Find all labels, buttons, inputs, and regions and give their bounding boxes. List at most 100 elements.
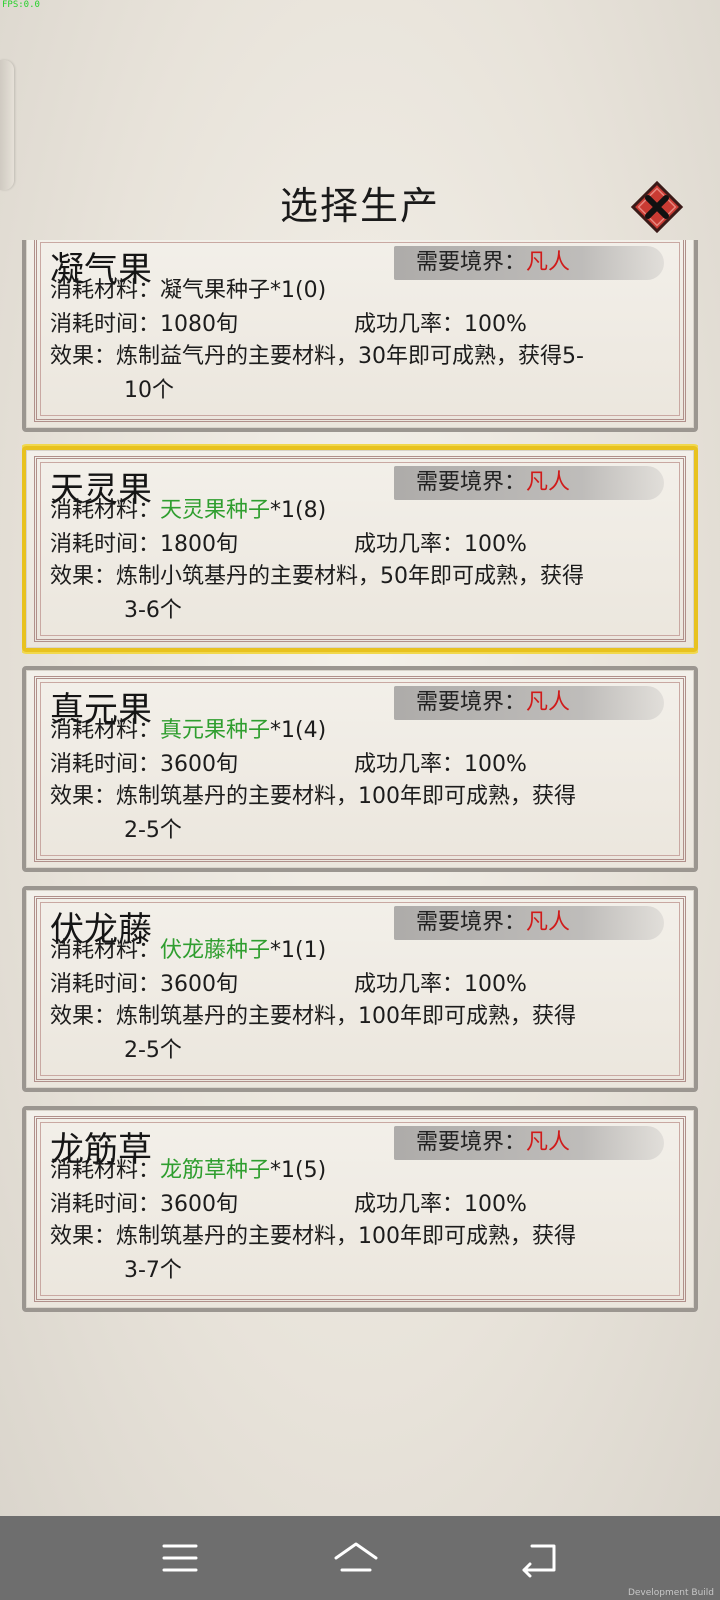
realm-value: 凡人 (526, 470, 571, 495)
material-count: *1(4) (270, 718, 327, 743)
material-count: *1(1) (270, 938, 327, 963)
effect-label: 效果： (50, 784, 117, 809)
effect-text-continued: 3-7个 (124, 1258, 182, 1283)
rate-row: 成功几率：100% (354, 306, 527, 338)
time-row: 消耗时间：3600旬 (50, 746, 238, 778)
rate-value: 100% (464, 972, 527, 997)
home-icon (334, 1542, 378, 1572)
rate-row: 成功几率：100% (354, 966, 527, 998)
effect-row: 效果：炼制益气丹的主要材料，30年即可成熟，获得5- 10个 (50, 340, 660, 408)
time-label: 消耗时间： (50, 972, 161, 997)
realm-requirement: 需要境界：凡人 (394, 1126, 664, 1160)
production-item[interactable]: 龙筋草 需要境界：凡人 消耗材料：龙筋草种子*1(5) 消耗时间：3600旬 成… (22, 1106, 698, 1312)
system-navigation-bar: Development Build (0, 1516, 720, 1600)
time-row: 消耗时间：1800旬 (50, 526, 238, 558)
material-row: 消耗材料：凝气果种子*1(0) (50, 272, 326, 304)
rate-label: 成功几率： (354, 972, 465, 997)
material-row: 消耗材料：龙筋草种子*1(5) (50, 1152, 326, 1184)
rate-value: 100% (464, 312, 527, 337)
close-x-icon (630, 180, 684, 234)
time-value: 3600旬 (160, 972, 239, 997)
realm-label: 需要境界： (416, 910, 527, 935)
rate-label: 成功几率： (354, 752, 465, 777)
production-item-selected[interactable]: 天灵果 需要境界：凡人 消耗材料：天灵果种子*1(8) 消耗时间：1800旬 成… (22, 446, 698, 652)
rate-label: 成功几率： (354, 312, 465, 337)
home-button[interactable] (332, 1538, 378, 1578)
material-label: 消耗材料： (50, 718, 161, 743)
effect-text-continued: 2-5个 (124, 1038, 182, 1063)
effect-text: 炼制小筑基丹的主要材料，50年即可成熟，获得 (116, 564, 585, 589)
material-name: 龙筋草种子 (160, 1158, 271, 1183)
material-label: 消耗材料： (50, 498, 161, 523)
menu-icon (162, 1544, 198, 1572)
rate-value: 100% (464, 532, 527, 557)
effect-text: 炼制筑基丹的主要材料，100年即可成熟，获得 (116, 1224, 577, 1249)
rate-label: 成功几率： (354, 532, 465, 557)
effect-text-continued: 2-5个 (124, 818, 182, 843)
time-label: 消耗时间： (50, 312, 161, 337)
effect-text-continued: 3-6个 (124, 598, 182, 623)
dev-build-label: Development Build (627, 1588, 714, 1598)
realm-value: 凡人 (526, 690, 571, 715)
realm-label: 需要境界： (416, 250, 527, 275)
material-count: *1(8) (270, 498, 327, 523)
back-button[interactable] (518, 1538, 562, 1578)
rate-row: 成功几率：100% (354, 746, 527, 778)
rate-value: 100% (464, 1192, 527, 1217)
material-label: 消耗材料： (50, 938, 161, 963)
material-row: 消耗材料：天灵果种子*1(8) (50, 492, 326, 524)
rate-row: 成功几率：100% (354, 526, 527, 558)
time-value: 1080旬 (160, 312, 239, 337)
realm-value: 凡人 (526, 1130, 571, 1155)
menu-button[interactable] (158, 1538, 202, 1578)
material-count: *1(0) (270, 278, 327, 303)
realm-value: 凡人 (526, 910, 571, 935)
time-value: 3600旬 (160, 752, 239, 777)
effect-row: 效果：炼制筑基丹的主要材料，100年即可成熟，获得 2-5个 (50, 1000, 660, 1068)
material-row: 消耗材料：真元果种子*1(4) (50, 712, 326, 744)
realm-label: 需要境界： (416, 1130, 527, 1155)
material-name: 伏龙藤种子 (160, 938, 271, 963)
effect-text-continued: 10个 (124, 378, 174, 403)
fps-counter: FPS:0.0 (2, 0, 40, 10)
material-label: 消耗材料： (50, 1158, 161, 1183)
realm-requirement: 需要境界：凡人 (394, 906, 664, 940)
time-row: 消耗时间：3600旬 (50, 966, 238, 998)
time-value: 1800旬 (160, 532, 239, 557)
realm-label: 需要境界： (416, 470, 527, 495)
rate-label: 成功几率： (354, 1192, 465, 1217)
production-item[interactable]: 真元果 需要境界：凡人 消耗材料：真元果种子*1(4) 消耗时间：3600旬 成… (22, 666, 698, 872)
effect-row: 效果：炼制筑基丹的主要材料，100年即可成熟，获得 3-7个 (50, 1220, 660, 1288)
side-edge-tab[interactable] (0, 60, 14, 190)
production-item[interactable]: 凝气果 需要境界：凡人 消耗材料：凝气果种子*1(0) 消耗时间：1080旬 成… (22, 240, 698, 432)
effect-label: 效果： (50, 1224, 117, 1249)
rate-row: 成功几率：100% (354, 1186, 527, 1218)
effect-label: 效果： (50, 344, 117, 369)
material-count: *1(5) (270, 1158, 327, 1183)
material-name: 真元果种子 (160, 718, 271, 743)
realm-value: 凡人 (526, 250, 571, 275)
production-list[interactable]: 凝气果 需要境界：凡人 消耗材料：凝气果种子*1(0) 消耗时间：1080旬 成… (22, 240, 698, 1340)
material-label: 消耗材料： (50, 278, 161, 303)
realm-requirement: 需要境界：凡人 (394, 246, 664, 280)
time-label: 消耗时间： (50, 532, 161, 557)
time-label: 消耗时间： (50, 1192, 161, 1217)
time-row: 消耗时间：1080旬 (50, 306, 238, 338)
production-item[interactable]: 伏龙藤 需要境界：凡人 消耗材料：伏龙藤种子*1(1) 消耗时间：3600旬 成… (22, 886, 698, 1092)
effect-label: 效果： (50, 564, 117, 589)
close-button[interactable] (630, 180, 684, 234)
material-name: 天灵果种子 (160, 498, 271, 523)
effect-label: 效果： (50, 1004, 117, 1029)
effect-row: 效果：炼制小筑基丹的主要材料，50年即可成熟，获得 3-6个 (50, 560, 660, 628)
time-row: 消耗时间：3600旬 (50, 1186, 238, 1218)
realm-label: 需要境界： (416, 690, 527, 715)
time-value: 3600旬 (160, 1192, 239, 1217)
realm-requirement: 需要境界：凡人 (394, 466, 664, 500)
back-icon (522, 1544, 556, 1578)
effect-text: 炼制益气丹的主要材料，30年即可成熟，获得5- (116, 344, 584, 369)
effect-text: 炼制筑基丹的主要材料，100年即可成熟，获得 (116, 1004, 577, 1029)
rate-value: 100% (464, 752, 527, 777)
realm-requirement: 需要境界：凡人 (394, 686, 664, 720)
effect-text: 炼制筑基丹的主要材料，100年即可成熟，获得 (116, 784, 577, 809)
material-name: 凝气果种子 (160, 278, 271, 303)
